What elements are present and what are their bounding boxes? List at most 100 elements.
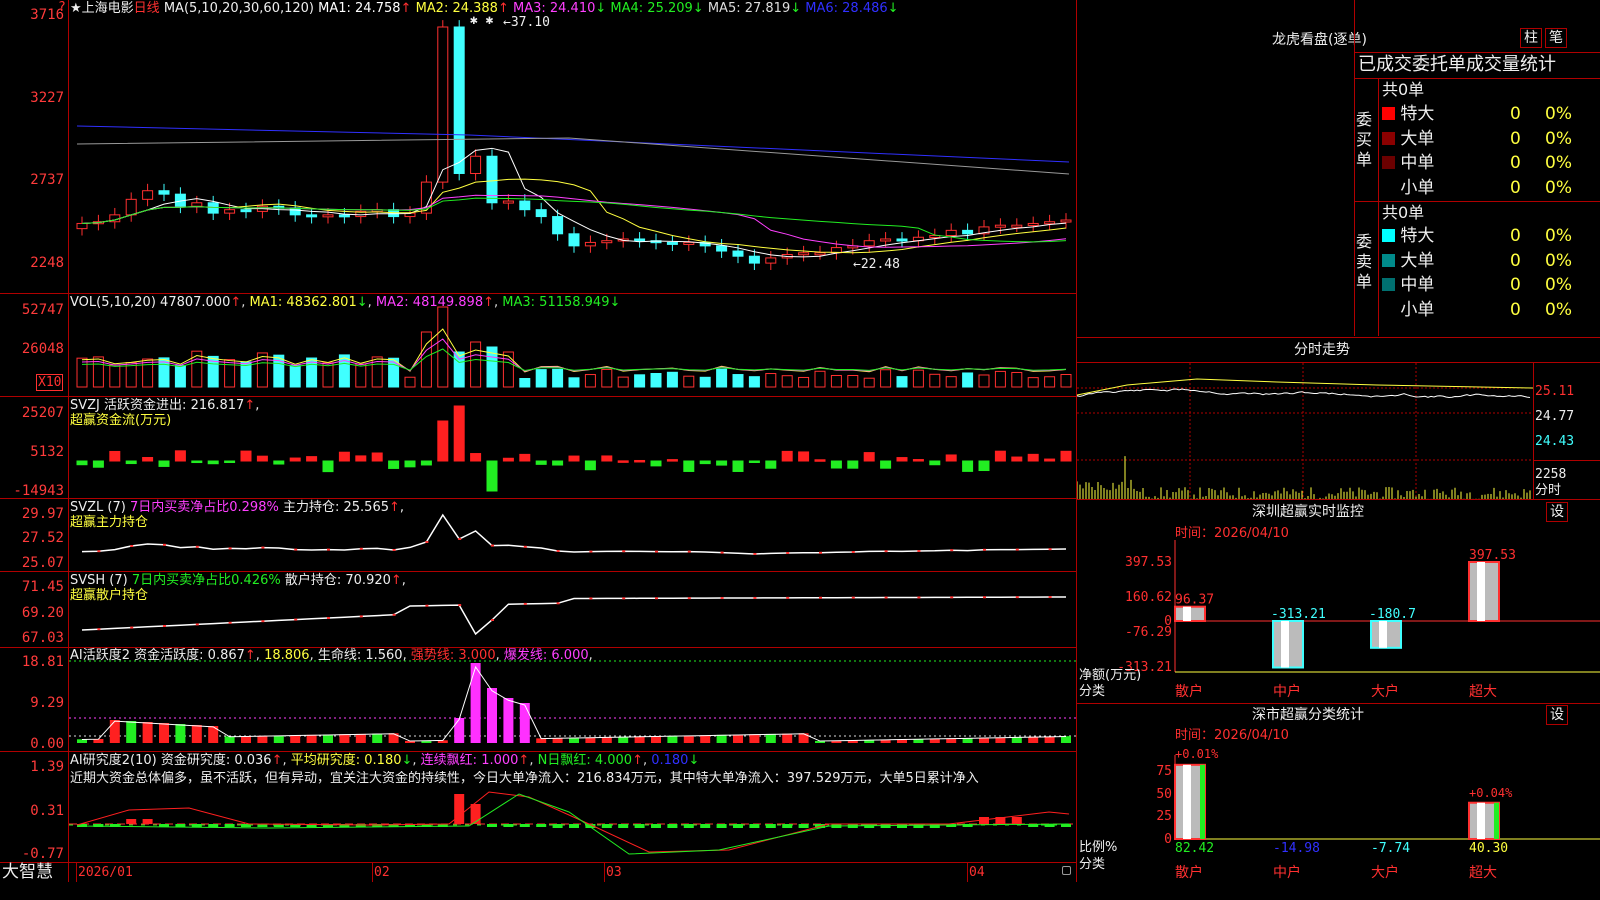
research-bar <box>569 824 579 828</box>
class-value-label: -14.98 <box>1273 841 1320 856</box>
air-axis-tick: 0.31 <box>30 803 64 819</box>
candle-body <box>1044 221 1056 225</box>
svzl-chart <box>81 513 1067 555</box>
tick-dot <box>97 628 101 631</box>
candle-body <box>683 241 695 245</box>
tick-dot <box>720 551 724 554</box>
activity-bar <box>388 733 399 743</box>
monitor-time: 时间：2026/04/10 <box>1175 526 1289 541</box>
svzj-axis-tick: 25207 <box>21 405 64 421</box>
bar <box>847 374 859 388</box>
bar <box>584 374 596 388</box>
candle-body <box>732 250 744 257</box>
brand-logo[interactable]: 大智慧 <box>2 862 53 882</box>
bar <box>929 460 941 466</box>
candle-body <box>601 240 613 244</box>
tick-mode-button[interactable]: 笔 <box>1545 28 1567 48</box>
bar <box>732 460 744 472</box>
order-stat-row: 小单 0 0% <box>1382 178 1600 198</box>
candles <box>76 20 1072 270</box>
svzl-axis-tick: 27.52 <box>21 530 64 546</box>
bar <box>1044 376 1056 388</box>
research-bar <box>470 804 481 824</box>
candle-body <box>814 252 826 256</box>
candle-body <box>207 202 219 214</box>
tick-dot <box>983 548 986 551</box>
air-chart <box>69 791 1076 855</box>
tick-dot <box>491 619 494 621</box>
lock-icon[interactable] <box>1062 866 1071 875</box>
monitor-settings-button[interactable]: 设 <box>1546 502 1568 522</box>
class-value-label: 40.30 <box>1469 841 1508 856</box>
bar <box>994 370 1006 388</box>
svzl-axis-tick: 29.97 <box>21 506 64 522</box>
ts-vol-unit: 分时 <box>1535 483 1562 498</box>
candlestick-chart[interactable] <box>69 10 1076 293</box>
tick-dot <box>655 597 658 600</box>
bar <box>781 450 793 462</box>
bar-sheen <box>1379 621 1387 648</box>
candle-body <box>765 257 777 264</box>
tick-dot <box>851 596 855 599</box>
category-label: 散户 <box>1175 864 1203 881</box>
class-settings-button[interactable]: 设 <box>1546 705 1568 725</box>
bar <box>306 456 318 462</box>
row-label: 小单 <box>1400 177 1435 198</box>
buy-side-label: 委买单 <box>1356 110 1373 169</box>
tick-dot <box>1048 548 1052 551</box>
vol-unit-badge[interactable]: X10 <box>36 374 64 391</box>
svzl-axis-tick: 25.07 <box>21 555 64 571</box>
activity-bar <box>700 735 711 743</box>
candle-body <box>191 202 203 207</box>
tick-dot <box>950 549 954 552</box>
activity-bar <box>175 724 186 743</box>
bar <box>830 374 842 388</box>
bar <box>289 365 301 388</box>
date-tick: 03 <box>606 865 622 880</box>
divider <box>1354 201 1600 202</box>
bar <box>470 453 482 462</box>
bar <box>978 374 990 388</box>
bar <box>929 373 941 388</box>
tick-dot <box>556 602 560 605</box>
order-stat-row: 特大 0 0% <box>1382 104 1600 124</box>
tick-dot <box>261 620 265 623</box>
bar-value-label: -313.21 <box>1271 607 1326 622</box>
row-label: 小单 <box>1400 299 1435 320</box>
bar <box>470 341 482 388</box>
candle-body <box>437 26 449 183</box>
order-stat-row: 大单 0 0% <box>1382 129 1600 149</box>
class-value-label: 82.42 <box>1175 841 1214 856</box>
price-axis-tick: 3227 <box>30 90 64 106</box>
activity-bar <box>1028 736 1039 743</box>
bar <box>568 455 580 462</box>
legend-swatch <box>1382 302 1395 316</box>
date-tick-mark <box>372 863 373 882</box>
ma-line <box>76 125 1070 163</box>
candle-body <box>470 155 482 174</box>
bar <box>486 460 498 492</box>
tick-dot <box>359 547 363 550</box>
bar <box>174 450 186 462</box>
tick-dot <box>228 547 232 550</box>
tick-dot <box>753 596 757 599</box>
legend-swatch <box>1382 253 1395 267</box>
bar <box>798 376 810 388</box>
bar <box>683 375 695 388</box>
research-bar <box>798 824 809 828</box>
date-tick-mark <box>967 863 968 882</box>
timeshare-chart[interactable] <box>1077 363 1533 499</box>
tick-dot <box>261 546 265 549</box>
svzj-chart <box>76 405 1072 492</box>
date-tick: 02 <box>374 865 390 880</box>
svsh-axis-tick: 67.03 <box>21 630 64 646</box>
bar <box>289 457 301 462</box>
row-label: 特大 <box>1400 104 1435 124</box>
bar-mode-button[interactable]: 柱 <box>1520 28 1542 48</box>
bar <box>191 460 203 464</box>
ts-axis-tick: 24.43 <box>1535 434 1575 449</box>
class-top-label: +0.01% <box>1175 747 1219 761</box>
sell-total: 共0单 <box>1382 203 1425 222</box>
bar <box>896 457 908 462</box>
divider-date <box>0 862 1077 863</box>
